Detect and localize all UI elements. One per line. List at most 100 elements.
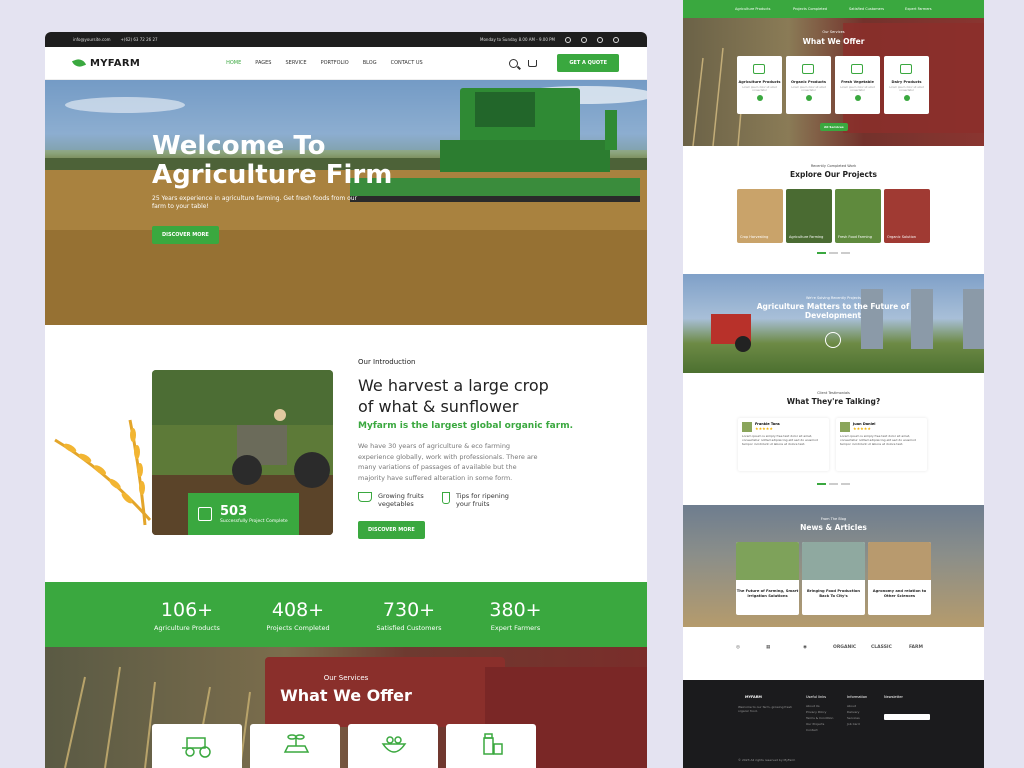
testimonial-card: Juan Daniel ★★★★★ Lorem ipsum is simply … (836, 418, 927, 471)
preview-offer-section: Our Services What We Offer Agriculture P… (683, 18, 984, 146)
stats-bar: 106+ Agriculture Products 408+ Projects Co… (45, 582, 647, 647)
services-section: Our Services What We Offer (45, 647, 647, 768)
hero-title: Welcome To Agriculture Firm (152, 131, 393, 190)
news-card[interactable]: Agronomy and relation to Other Sciences (868, 542, 931, 615)
intro-discover-button[interactable]: DISCOVER MORE (358, 521, 425, 539)
project-count-label: Successfully Project Complete (220, 519, 288, 524)
dairy-icon (483, 733, 503, 755)
search-icon[interactable] (509, 58, 519, 68)
dairy-icon (900, 64, 912, 74)
preview-offer-card[interactable]: Dairy Products Lorem ipsum dolor sit amet… (884, 56, 929, 114)
intro-heading: We harvest a large crop of what & sunflo… (358, 376, 549, 416)
newsletter-email-input[interactable] (884, 714, 930, 720)
avatar (840, 422, 850, 432)
project-card[interactable]: Organic Solution (884, 189, 930, 243)
hero-discover-button[interactable]: DISCOVER MORE (152, 226, 219, 244)
nav-item-portfolio[interactable]: PORTFOLIO (321, 60, 349, 66)
brand-logo: ORGANIC (833, 645, 857, 650)
nav-item-home[interactable]: HOME (226, 60, 241, 66)
youtube-icon[interactable] (581, 36, 587, 43)
preview-all-services-button[interactable]: All Services (820, 123, 848, 131)
vegetables-icon (381, 736, 407, 753)
preview-video-band: We're Solving Recently Projects Agricult… (683, 274, 984, 373)
feature-growing-fruits: Growing fruits vegetables (358, 492, 428, 508)
preview-footer: MYFARM Welcome to our farm, growing fres… (683, 680, 984, 768)
intro-kicker: Our Introduction (358, 358, 416, 366)
nav-item-pages[interactable]: PAGES (255, 60, 271, 66)
service-card-seedling[interactable] (250, 724, 340, 768)
arrow-icon[interactable] (903, 95, 910, 101)
services-kicker: Our Services (323, 674, 369, 682)
email-text[interactable]: info@yoursite.com (73, 37, 111, 42)
intro-highlight: Myfarm is the largest global organic far… (358, 421, 573, 431)
seedling-icon (283, 734, 310, 753)
long-page-preview: Agriculture Products Projects Completed … (683, 0, 984, 768)
service-card-dairy[interactable] (446, 724, 536, 768)
hero-section: Welcome To Agriculture Firm 25 Years exp… (45, 80, 647, 325)
slider-dot[interactable] (841, 252, 850, 254)
stat-expert-farmers: 380+ Expert Farmers (489, 599, 542, 632)
slider-dot[interactable] (817, 252, 826, 254)
services-background-image (64, 657, 647, 768)
tractor-icon (182, 737, 211, 758)
get-quote-button[interactable]: GET A QUOTE (557, 54, 619, 72)
vegetables-icon (851, 64, 863, 74)
project-card[interactable]: Fresh Food Farming (835, 189, 881, 243)
preview-projects-section: Recently Completed Work Explore Our Proj… (683, 146, 984, 274)
slider-dot[interactable] (829, 252, 838, 254)
service-card-tractor[interactable] (152, 724, 242, 768)
stat-agriculture-products: 106+ Agriculture Products (154, 599, 220, 632)
slider-dot[interactable] (841, 483, 850, 485)
cart-icon[interactable] (528, 59, 538, 67)
instagram-icon[interactable] (565, 36, 571, 43)
phone-text[interactable]: +(62) 63 72 26 27 (121, 37, 158, 42)
play-icon[interactable] (825, 332, 841, 348)
top-info-bar: info@yoursite.com +(62) 63 72 26 27 Mond… (45, 32, 647, 47)
arrow-icon[interactable] (805, 95, 812, 101)
arrow-icon[interactable] (854, 95, 861, 101)
feature-ripening-tips: Tips for ripening your fruits (442, 492, 511, 508)
services-title: What We Offer (280, 686, 412, 705)
nav-item-blog[interactable]: BLOG (363, 60, 377, 66)
facebook-icon[interactable] (597, 36, 603, 43)
hours-text: Monday to Sunday 8.00 AM - 9.00 PM (480, 37, 555, 42)
stat-projects-completed: 408+ Projects Completed (266, 599, 330, 632)
arrow-icon[interactable] (756, 95, 763, 101)
flask-icon (442, 492, 450, 504)
stat-satisfied-customers: 730+ Satisfied Customers (376, 599, 442, 632)
project-card[interactable]: Agriculture Farming (786, 189, 832, 243)
brand-logo: ◎ (736, 645, 740, 650)
nav-menu: HOME PAGES SERVICE PORTFOLIO BLOG CONTAC… (226, 60, 423, 66)
avatar (742, 422, 752, 432)
hero-subtitle: 25 Years experience in agriculture farmi… (152, 195, 358, 210)
slider-dot[interactable] (817, 483, 826, 485)
project-card[interactable]: Crop Harvesting (737, 189, 783, 243)
seedling-icon (802, 64, 814, 74)
brand-logo: CLASSIC (871, 645, 892, 650)
preview-offer-kicker: Our Services (822, 30, 845, 34)
preview-offer-card[interactable]: Fresh Vegetable Lorem ipsum dolor sit ame… (835, 56, 880, 114)
main-navigation: MYFARM HOME PAGES SERVICE PORTFOLIO BLOG… (45, 47, 647, 80)
intro-body: We have 30 years of agriculture & eco fa… (358, 442, 538, 482)
preview-news-section: From The Blog News & Articles The Future… (683, 505, 984, 627)
basket-icon (358, 492, 372, 502)
testimonial-card: Frankie Tons ★★★★★ Lorem ipsum is simply… (738, 418, 829, 471)
leaf-icon (71, 57, 87, 69)
service-card-vegetables[interactable] (348, 724, 438, 768)
brand-logo[interactable]: MYFARM (71, 57, 140, 69)
preview-offer-title: What We Offer (802, 37, 865, 46)
money-plant-icon (198, 507, 212, 521)
intro-section: 503 Successfully Project Complete Our In… (45, 325, 647, 581)
preview-stats-strip: Agriculture Products Projects Completed … (683, 0, 984, 18)
slider-dot[interactable] (829, 483, 838, 485)
linkedin-icon[interactable] (613, 36, 619, 43)
news-card[interactable]: Bringing Food Production Back To City's (802, 542, 865, 615)
preview-brands-strip (683, 627, 984, 680)
nav-item-service[interactable]: SERVICE (286, 60, 307, 66)
preview-offer-card[interactable]: Agriculture Products Lorem ipsum dolor si… (737, 56, 782, 114)
news-card[interactable]: The Future of Farming, Smart Irrigation … (736, 542, 799, 615)
preview-offer-card[interactable]: Organic Products Lorem ipsum dolor sit am… (786, 56, 831, 114)
preview-testimonials-section: Client Testimonials What They're Talking… (683, 373, 984, 505)
tractor-icon (753, 64, 765, 74)
nav-item-contact[interactable]: CONTACT US (391, 60, 423, 66)
